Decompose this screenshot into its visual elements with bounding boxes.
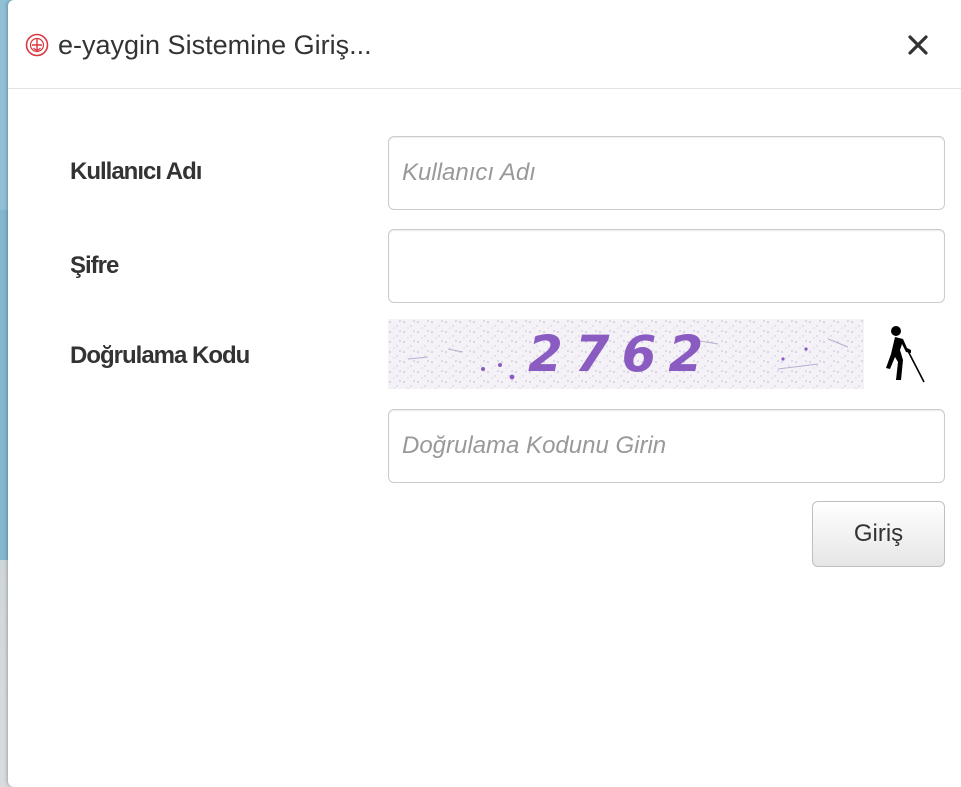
captcha-label: Doğrulama Kodu: [70, 342, 250, 369]
accessibility-blind-person-icon[interactable]: [878, 322, 928, 386]
username-label: Kullanıcı Adı: [70, 158, 202, 185]
login-button[interactable]: Giriş: [812, 501, 945, 567]
password-input[interactable]: [388, 229, 945, 303]
captcha-code: 2762: [528, 325, 715, 383]
username-input[interactable]: [388, 136, 945, 210]
captcha-input[interactable]: [388, 409, 945, 483]
dialog-title: e-yaygin Sistemine Giriş...: [58, 30, 372, 60]
password-label: Şifre: [70, 252, 119, 279]
meb-logo-icon: [25, 33, 49, 57]
captcha-image: 2762: [388, 319, 864, 389]
close-icon[interactable]: [901, 28, 935, 62]
login-dialog: e-yaygin Sistemine Giriş... Kullanıcı Ad…: [8, 0, 961, 787]
dialog-header: e-yaygin Sistemine Giriş...: [8, 0, 961, 89]
